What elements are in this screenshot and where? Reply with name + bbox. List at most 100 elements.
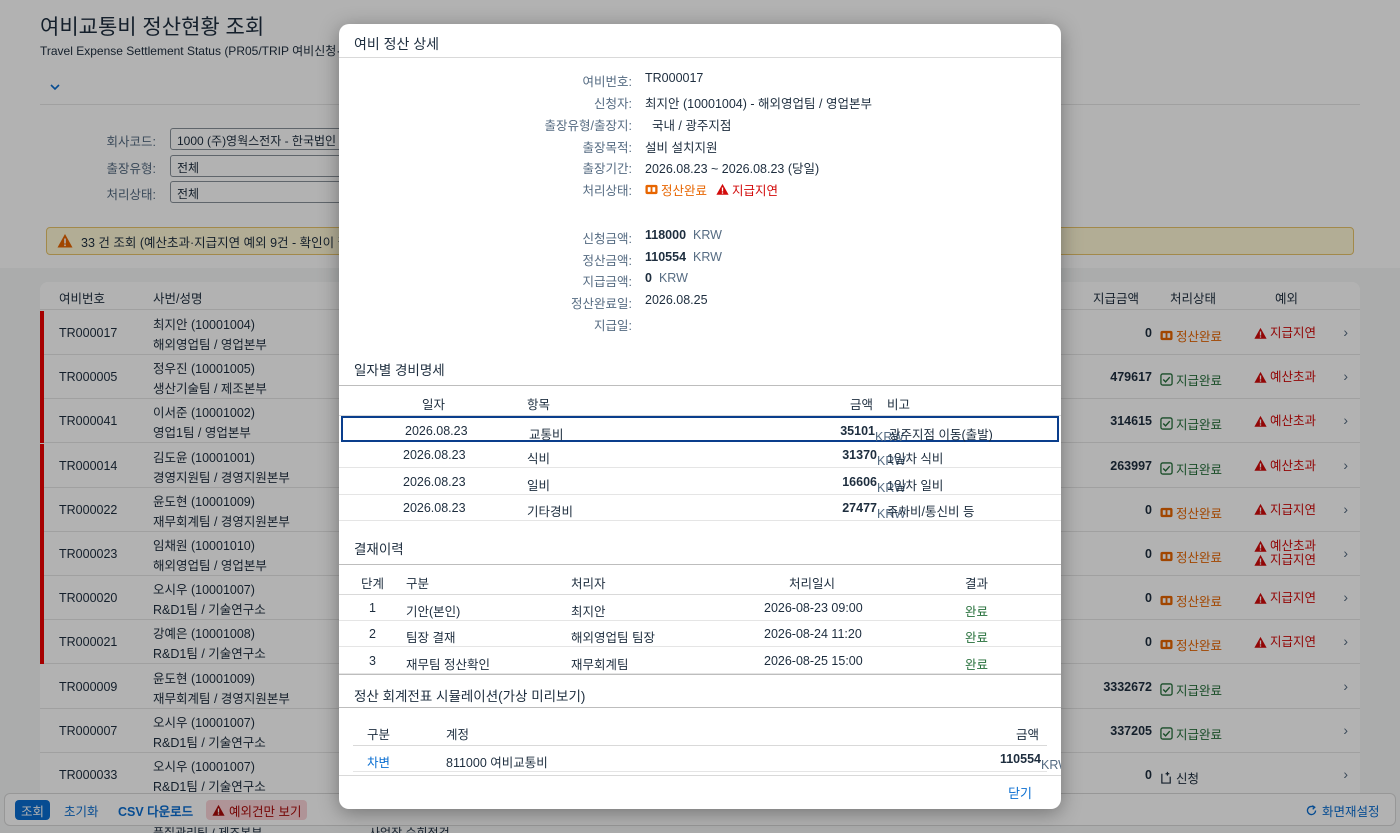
col-header-account: 계정: [446, 728, 470, 742]
field-value: 2026.08.25: [645, 293, 708, 307]
field-trip-id: 여비번호: TR000017: [339, 69, 1061, 89]
field-label: 정산완료일:: [571, 297, 632, 311]
approval-actor: 재무회계팀: [571, 657, 629, 672]
approval-result: 완료: [965, 605, 989, 619]
amount-unit: KRW: [693, 250, 722, 264]
daily-expense-row[interactable]: 2026.08.23 일비 16606 KRW 1일차 일비: [339, 469, 1061, 495]
col-header-step: 단계: [361, 577, 385, 591]
expense-amount: 31370 KRW: [842, 448, 906, 468]
approval-time: 2026-08-23 09:00: [764, 601, 863, 615]
dialog-header-divider: [339, 57, 1061, 58]
field-purpose: 출장목적: 설비 설치지원: [339, 135, 1061, 155]
field-value: 설비 설치지원: [645, 141, 718, 155]
expense-item: 교통비: [529, 428, 564, 442]
field-label: 정산금액:: [582, 254, 632, 268]
journal-amount: 110554 KRW: [999, 752, 1061, 772]
amount-value: 35101: [840, 424, 875, 438]
approval-type: 팀장 결재: [406, 631, 456, 646]
field-settle-date: 정산완료일: 2026.08.25: [339, 291, 1061, 311]
field-value: 0 KRW: [645, 271, 688, 285]
col-header-date: 일자: [422, 398, 446, 412]
approval-type: 재무팀 정산확인: [406, 657, 490, 672]
daily-section-title: 일자별 경비명세: [354, 363, 445, 378]
field-label: 출장목적:: [582, 141, 632, 155]
col-header-type: 구분: [406, 577, 430, 591]
expense-date: 2026.08.23: [405, 424, 468, 438]
field-requested-amount: 신청금액: 118000 KRW: [339, 226, 1061, 246]
col-header-actor: 처리자: [571, 577, 606, 591]
divider: [339, 385, 1061, 386]
status-exception-text: 지급지연: [732, 184, 779, 198]
field-value: 118000 KRW: [645, 228, 722, 242]
amount-value: 16606: [842, 474, 877, 489]
amount-value: 118000: [645, 228, 687, 242]
field-settled-amount: 정산금액: 110554 KRW: [339, 248, 1061, 268]
approval-result: 완료: [965, 657, 989, 672]
field-trip-type: 출장유형/출장지: 국내 / 광주지점: [339, 113, 1061, 133]
col-header-item: 항목: [527, 398, 551, 412]
approval-time: 2026-08-25 15:00: [764, 653, 863, 668]
amount-value: 31370: [842, 448, 877, 463]
field-value: 국내 / 광주지점: [645, 119, 732, 133]
amount-unit: KRW: [658, 271, 688, 285]
dialog-footer-divider: [339, 775, 1061, 776]
expense-date: 2026.08.23: [403, 448, 466, 463]
dialog-title: 여비 정산 상세: [354, 36, 440, 52]
expense-amount: 35101 KRW: [840, 424, 904, 444]
approval-row: 1 기안(본인) 최지안 2026-08-23 09:00 완료: [339, 595, 1061, 621]
approval-time: 2026-08-24 11:20: [764, 627, 862, 642]
approval-step: 1: [369, 601, 376, 615]
expense-item: 식비: [527, 452, 551, 467]
field-value: TR000017: [645, 71, 704, 85]
field-label: 처리상태:: [582, 184, 632, 198]
expense-note: 1일차 식비: [887, 452, 944, 467]
expense-item: 기타경비: [527, 504, 574, 519]
amount-unit: KRW: [693, 228, 722, 242]
amount-value: 110554: [645, 250, 687, 264]
field-label: 출장유형/출장지:: [544, 119, 632, 133]
settlement-icon: [645, 184, 658, 195]
field-value: 정산완료 지급지연: [645, 180, 778, 199]
amount-value: 27477: [842, 500, 877, 515]
journal-row: 차변 811000 여비교통비 110554 KRW: [353, 746, 1061, 772]
amount-unit: KRW: [1041, 758, 1061, 772]
col-header-type: 구분: [367, 728, 391, 742]
field-label: 지급금액:: [582, 275, 632, 289]
field-applicant: 신청자: 최지안 (10001004) - 해외영업팀 / 영업본부: [339, 91, 1061, 111]
expense-note: 1일차 일비: [887, 478, 944, 493]
field-value: 최지안 (10001004) - 해외영업팀 / 영업본부: [645, 97, 872, 111]
col-header-note: 비고: [887, 398, 911, 412]
field-pay-date: 지급일:: [339, 313, 1061, 333]
approval-row: 2 팀장 결재 해외영업팀 팀장 2026-08-24 11:20 완료: [339, 621, 1061, 648]
approval-type: 기안(본인): [406, 605, 461, 619]
approval-table-header: 단계 구분 처리자 처리일시 결과: [339, 566, 1061, 594]
expense-amount: 16606 KRW: [842, 474, 906, 495]
journal-account: 811000 여비교통비: [446, 756, 548, 770]
approval-row: 3 재무팀 정산확인 재무회계팀 2026-08-25 15:00 완료: [339, 648, 1061, 674]
field-period: 출장기간: 2026.08.23 ~ 2026.08.23 (당일): [339, 156, 1061, 176]
approval-section-title: 결재이력: [354, 542, 404, 557]
daily-table-header: 일자 항목 금액 비고: [339, 387, 1061, 415]
field-value: 110554 KRW: [645, 250, 722, 264]
close-button[interactable]: 닫기: [1008, 783, 1032, 802]
field-paid-amount: 지급금액: 0 KRW: [339, 269, 1061, 289]
amount-value: 110554: [999, 752, 1041, 766]
amount-value: 0: [645, 271, 652, 285]
daily-expense-row[interactable]: 2026.08.23 식비 31370 KRW 1일차 식비: [339, 442, 1061, 469]
field-label: 신청금액:: [582, 232, 632, 246]
approval-step: 2: [369, 627, 376, 642]
expense-date: 2026.08.23: [403, 500, 466, 515]
expense-amount: 27477 KRW: [842, 500, 906, 521]
journal-type-link[interactable]: 차변: [367, 752, 390, 771]
divider: [339, 674, 1061, 675]
field-value: 2026.08.23 ~ 2026.08.23 (당일): [645, 162, 820, 176]
expense-date: 2026.08.23: [403, 474, 466, 489]
daily-expense-row[interactable]: 2026.08.23 기타경비 27477 KRW 주차비/통신비 등: [339, 495, 1061, 521]
expense-item: 일비: [527, 478, 551, 493]
field-label: 여비번호:: [582, 75, 632, 89]
divider: [339, 564, 1061, 565]
field-label: 신청자:: [594, 97, 632, 111]
daily-expense-row[interactable]: 2026.08.23 교통비 35101 KRW 광주지점 이동(출발): [341, 416, 1059, 444]
field-label: 출장기간:: [582, 162, 632, 176]
approval-step: 3: [369, 653, 376, 668]
